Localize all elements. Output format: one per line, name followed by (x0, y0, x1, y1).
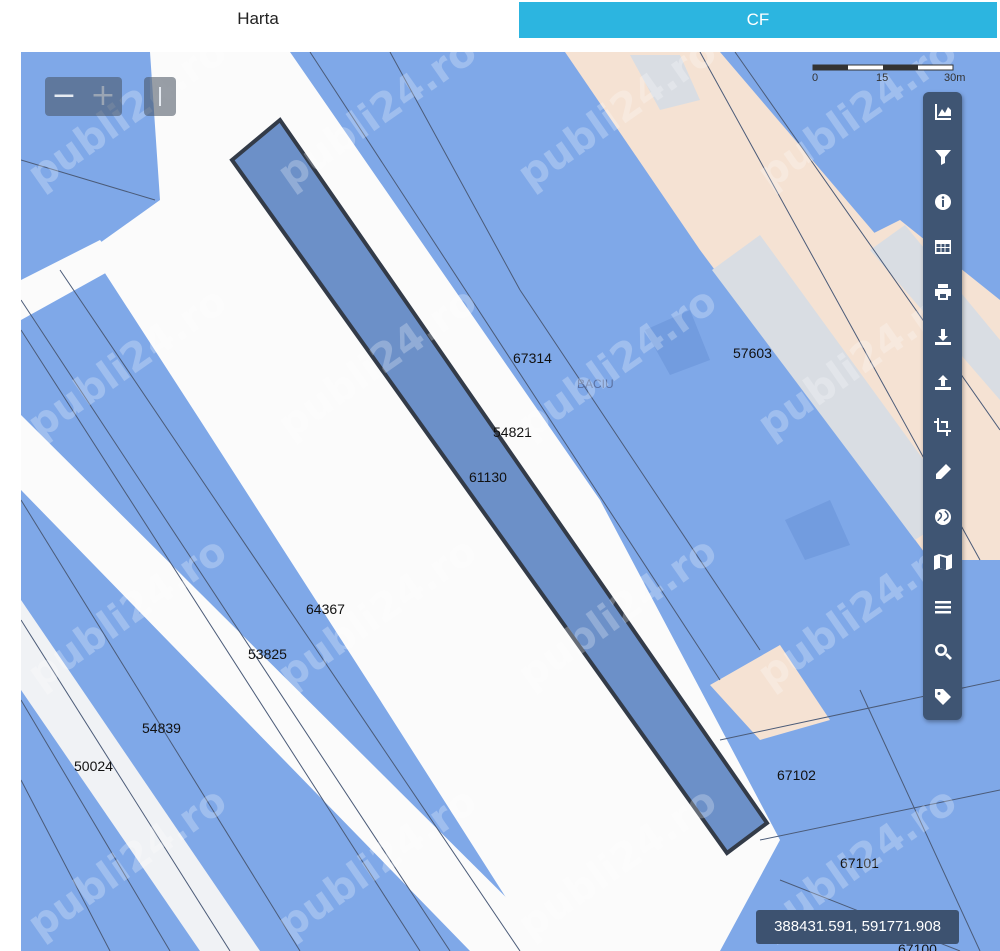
zoom-extent-button[interactable] (144, 77, 176, 116)
filter-icon[interactable] (923, 137, 962, 177)
info-icon[interactable] (923, 182, 962, 222)
tag-icon[interactable] (923, 677, 962, 717)
parcel-label: 57603 (733, 345, 772, 361)
map-toolbar (923, 92, 962, 720)
parcel-label: 54839 (142, 720, 181, 736)
zoom-in-button[interactable]: + (84, 77, 122, 116)
coordinates-display: 388431.591, 591771.908 (756, 910, 959, 944)
crop-icon[interactable] (923, 407, 962, 447)
upload-icon[interactable] (923, 362, 962, 402)
globe-icon[interactable] (923, 497, 962, 537)
table-icon[interactable] (923, 227, 962, 267)
tab-harta[interactable]: Harta (0, 0, 516, 38)
scale-label: 30m (944, 72, 966, 84)
chart-icon[interactable] (923, 92, 962, 132)
parcel-label: 50024 (74, 758, 113, 774)
zoom-out-button[interactable]: − (45, 77, 83, 116)
pencil-icon[interactable] (923, 452, 962, 492)
parcel-label: 67102 (777, 767, 816, 783)
tab-cf[interactable]: CF (519, 2, 997, 38)
extent-bar-icon (159, 87, 161, 106)
menu-icon[interactable] (923, 587, 962, 627)
map-icon[interactable] (923, 542, 962, 582)
zoom-controls: − + (45, 77, 122, 116)
tab-bar: Harta CF (0, 0, 1000, 40)
scale-label: 0 (812, 72, 819, 84)
parcel-label: 67314 (513, 350, 552, 366)
print-icon[interactable] (923, 272, 962, 312)
scale-label: 15 (876, 72, 889, 84)
search-icon[interactable] (923, 632, 962, 672)
parcel-label: 61130 (469, 469, 507, 485)
download-icon[interactable] (923, 317, 962, 357)
map-canvas[interactable]: 67314 57603 54821 61130 64367 53825 5483… (21, 52, 1000, 951)
scale-bar: 0 15 30m (810, 62, 970, 92)
